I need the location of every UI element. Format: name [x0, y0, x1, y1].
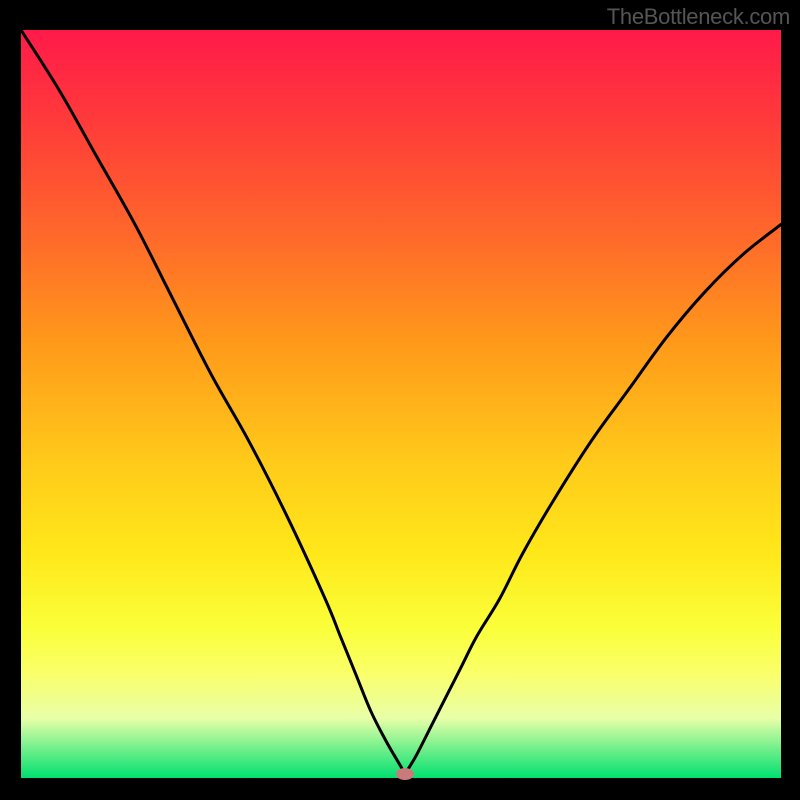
minimum-marker	[396, 768, 414, 780]
plot-area	[21, 30, 781, 778]
watermark-text: TheBottleneck.com	[607, 4, 790, 30]
chart-container: TheBottleneck.com	[0, 0, 800, 800]
curve-right-branch	[405, 224, 781, 774]
curve-svg	[21, 30, 781, 778]
curve-left-branch	[21, 30, 405, 774]
